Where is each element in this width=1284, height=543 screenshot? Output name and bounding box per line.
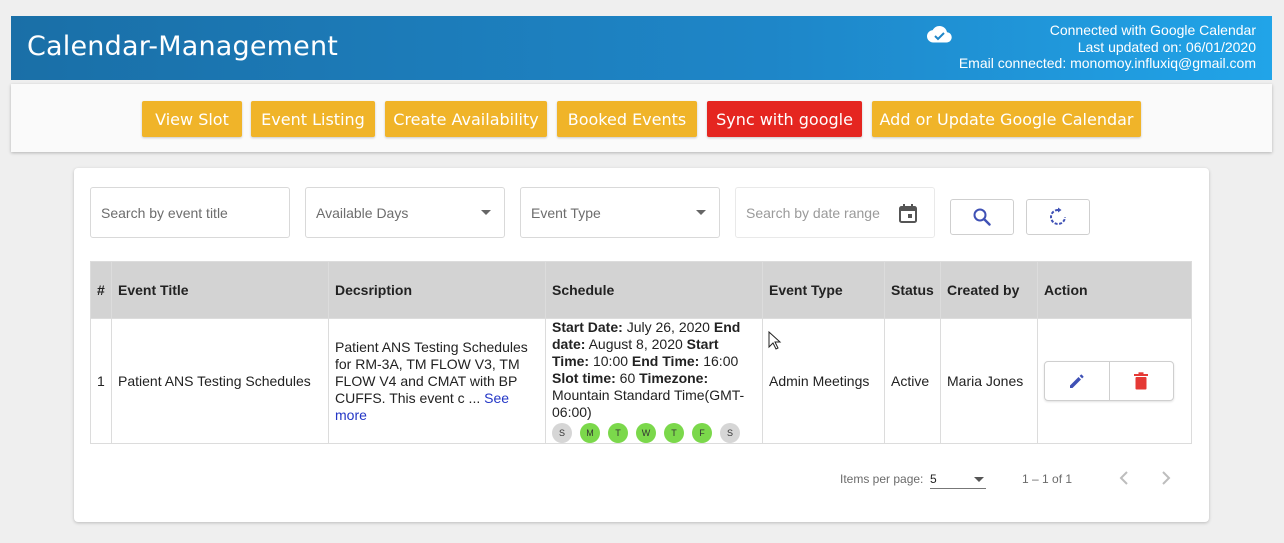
- create-availability-button[interactable]: Create Availability: [385, 101, 547, 137]
- end-date-value: August 8, 2020: [588, 336, 683, 352]
- end-time-value: 16:00: [703, 353, 739, 369]
- col-event-type: Event Type: [762, 261, 885, 319]
- chevron-right-icon: [1162, 471, 1171, 485]
- end-time-label: End Time:: [631, 353, 700, 369]
- table-row: 1 Patient ANS Testing Schedules Patient …: [90, 318, 1192, 444]
- event-list-card: Search by event title Available Days Eve…: [74, 168, 1209, 522]
- mouse-cursor-icon: [768, 331, 782, 350]
- edit-button[interactable]: [1045, 362, 1109, 400]
- email-connected: Email connected: monomoy.influxiq@gmail.…: [958, 55, 1256, 71]
- chevron-down-icon: [481, 210, 491, 215]
- day-chip: T: [664, 423, 684, 443]
- start-date-label: Start Date:: [552, 319, 623, 335]
- col-index: #: [90, 261, 112, 319]
- row-description: Patient ANS Testing Schedules for RM-3A,…: [328, 318, 546, 444]
- page-range-label: 1 – 1 of 1: [1022, 472, 1073, 486]
- chevron-down-icon: [974, 477, 984, 482]
- table-header-row: # Event Title Decsription Schedule Event…: [90, 261, 1192, 319]
- slot-time-label: Slot time:: [552, 370, 616, 386]
- connection-status: Connected with Google Calendar: [1049, 22, 1256, 38]
- reset-button[interactable]: [1026, 199, 1090, 235]
- items-per-page-select[interactable]: 5: [930, 467, 986, 489]
- schedule-text: Start Date: July 26, 2020 End date: Augu…: [552, 319, 756, 421]
- search-icon: [973, 208, 991, 226]
- col-action: Action: [1037, 261, 1192, 319]
- slot-time-value: 60: [619, 370, 636, 386]
- connection-info: Connected with Google Calendar Last upda…: [959, 22, 1256, 72]
- day-chip: S: [720, 423, 740, 443]
- next-page-button[interactable]: [1153, 466, 1177, 490]
- row-created-by: Maria Jones: [940, 318, 1038, 444]
- event-type-select[interactable]: Event Type: [520, 187, 720, 238]
- row-actions: [1037, 318, 1192, 444]
- available-days-select[interactable]: Available Days: [305, 187, 505, 238]
- page-title: Calendar-Management: [27, 31, 339, 62]
- date-range-placeholder: Search by date range: [746, 204, 880, 221]
- cloud-check-icon: [927, 26, 952, 43]
- timezone-value: Mountain Standard Time(GMT-06:00): [552, 387, 745, 420]
- day-chip: M: [580, 423, 600, 443]
- app-header: Calendar-Management Connected with Googl…: [11, 16, 1272, 80]
- start-date-value: July 26, 2020: [626, 319, 710, 335]
- last-updated: Last updated on: 06/01/2020: [1077, 38, 1256, 55]
- events-table: # Event Title Decsription Schedule Event…: [90, 261, 1192, 444]
- row-status: Active: [884, 318, 941, 444]
- search-title-input[interactable]: Search by event title: [90, 187, 290, 238]
- action-toolbar: View Slot Event Listing Create Availabil…: [11, 84, 1272, 152]
- col-status: Status: [884, 261, 941, 319]
- search-button[interactable]: [950, 199, 1014, 235]
- booked-events-button[interactable]: Booked Events: [557, 101, 697, 137]
- chevron-down-icon: [696, 210, 706, 215]
- edit-icon: [1069, 374, 1084, 388]
- day-chip: W: [636, 423, 656, 443]
- search-title-placeholder: Search by event title: [101, 204, 228, 221]
- paginator: Items per page: 5 1 – 1 of 1: [74, 463, 1209, 493]
- items-per-page-label: Items per page:: [840, 472, 924, 486]
- view-slot-button[interactable]: View Slot: [142, 101, 242, 137]
- date-range-input[interactable]: Search by date range: [735, 187, 935, 238]
- row-index: 1: [90, 318, 112, 444]
- chevron-left-icon: [1119, 471, 1128, 485]
- available-days-label: Available Days: [316, 204, 409, 221]
- col-created-by: Created by: [940, 261, 1038, 319]
- day-chip: S: [552, 423, 572, 443]
- timezone-label: Timezone:: [639, 370, 709, 386]
- add-update-google-calendar-button[interactable]: Add or Update Google Calendar: [872, 101, 1141, 137]
- col-event-title: Event Title: [111, 261, 329, 319]
- start-time-value: 10:00: [592, 353, 629, 369]
- items-per-page-value: 5: [930, 472, 937, 486]
- trash-icon: [1134, 372, 1149, 390]
- action-button-group: [1044, 361, 1174, 401]
- sync-google-button[interactable]: Sync with google: [707, 101, 862, 137]
- event-type-label: Event Type: [531, 204, 601, 221]
- day-chip: T: [608, 423, 628, 443]
- previous-page-button[interactable]: [1113, 466, 1137, 490]
- event-listing-button[interactable]: Event Listing: [251, 101, 375, 137]
- refresh-icon: [1050, 207, 1066, 225]
- weekday-indicators: S M T W T F S: [552, 423, 756, 443]
- row-schedule: Start Date: July 26, 2020 End date: Augu…: [545, 318, 763, 444]
- col-schedule: Schedule: [545, 261, 763, 319]
- calendar-icon[interactable]: [899, 204, 917, 223]
- delete-button[interactable]: [1108, 362, 1174, 400]
- day-chip: F: [692, 423, 712, 443]
- col-description: Decsription: [328, 261, 546, 319]
- row-event-title: Patient ANS Testing Schedules: [111, 318, 329, 444]
